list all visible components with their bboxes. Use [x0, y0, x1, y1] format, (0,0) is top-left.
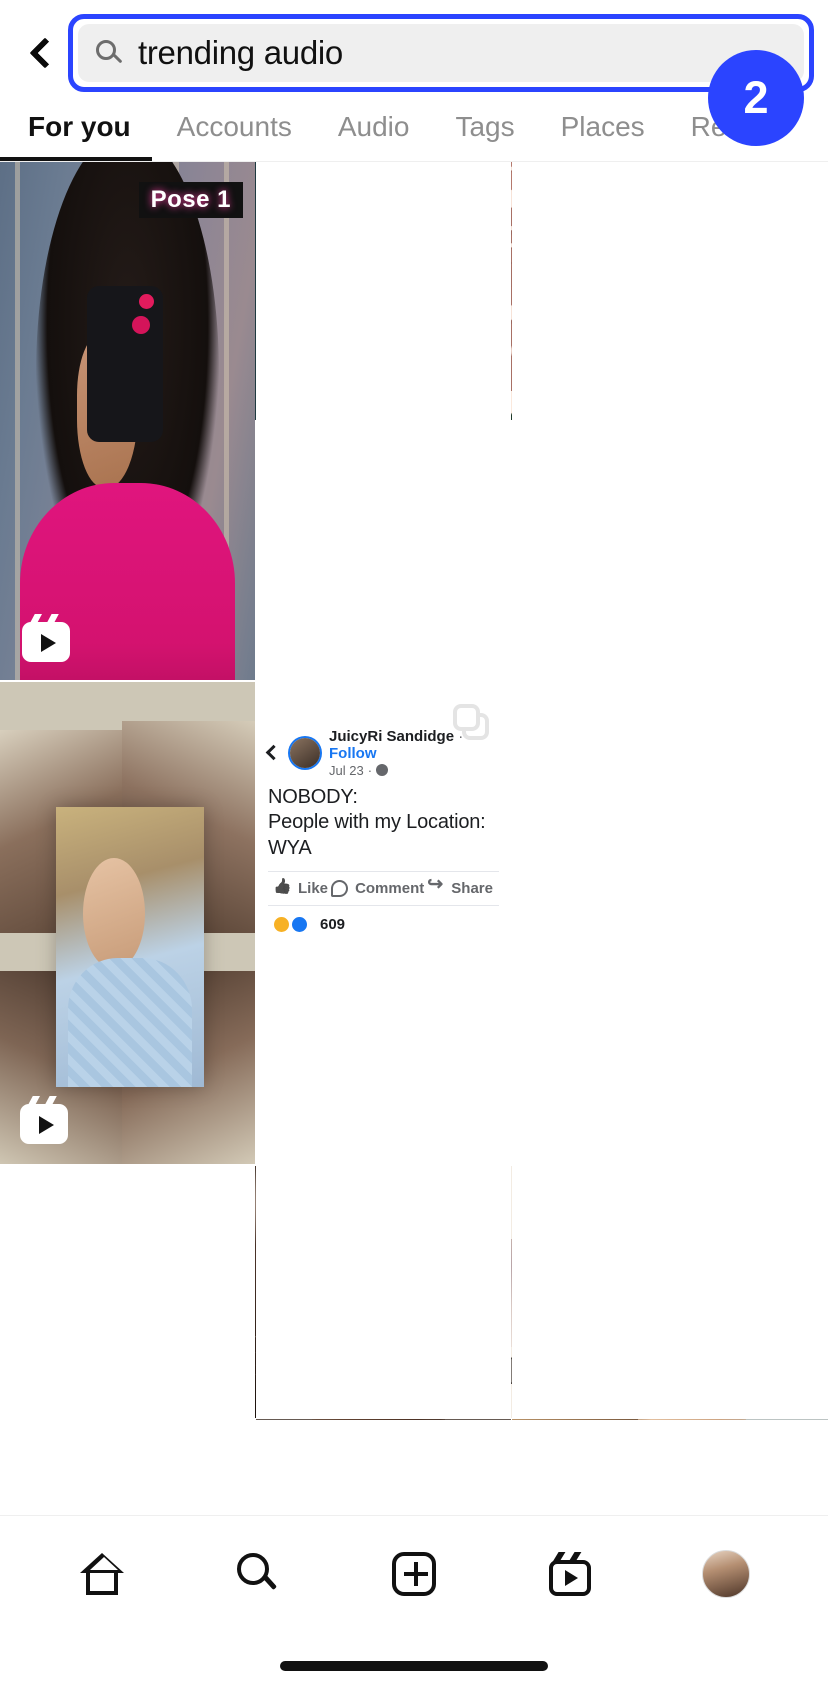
- grid-tile-reels-tip[interactable]: How to blow up your Reels Tip 5: Trendin…: [511, 162, 512, 420]
- like-button[interactable]: Like: [274, 880, 328, 897]
- profile-avatar: [702, 1550, 750, 1598]
- trending-word: TRENDING: [511, 1192, 512, 1239]
- tile-pose-label: Pose 1: [138, 182, 243, 218]
- tab-tags[interactable]: Tags: [455, 111, 514, 157]
- grid-tile-quote-card[interactable]: Don't Use Trending Audio Unless It Check…: [255, 162, 256, 420]
- create-icon: [392, 1552, 436, 1596]
- grid-tile-mh-audios[interactable]: MH.AUDIOS BEFORE YOU GO BY LEWIS CAPALDI…: [255, 1166, 256, 1418]
- tile-tip-label: Tip 5: Trending Audio: [511, 390, 512, 420]
- search-field-wrapper[interactable]: trending audio: [68, 14, 814, 92]
- tab-places[interactable]: Places: [561, 111, 645, 157]
- haha-reaction-icon: [272, 915, 291, 932]
- grid-tile-post-don-p[interactable]: Don P's Post Don P ✔ Oct 1 · Just to cle…: [512, 680, 828, 682]
- back-chevron-icon: [265, 744, 282, 761]
- nav-profile-button[interactable]: [691, 1539, 761, 1609]
- audio-credit-title: MH.AUDIOS: [255, 1282, 256, 1310]
- grid-gap: [256, 1166, 511, 1418]
- search-header: trending audio 2: [0, 0, 828, 146]
- tab-audio[interactable]: Audio: [338, 111, 410, 157]
- avatar: [290, 737, 320, 768]
- grid-gap: [512, 162, 828, 420]
- results-grid: Don't Use Trending Audio Unless It Check…: [0, 162, 828, 1420]
- globe-icon: [376, 764, 389, 776]
- home-icon: [80, 1553, 124, 1595]
- search-icon: [237, 1553, 279, 1595]
- search-input[interactable]: trending audio: [138, 34, 343, 72]
- comment-button[interactable]: Comment: [331, 880, 425, 898]
- search-tab-bar[interactable]: For you Accounts Audio Tags Places Re: [0, 106, 828, 162]
- follow-link[interactable]: Follow: [329, 745, 377, 762]
- home-indicator: [280, 1661, 548, 1671]
- post-author: JuicyRi Sandidge: [329, 728, 455, 745]
- share-button[interactable]: Share: [427, 873, 493, 898]
- active-tab-indicator: [0, 157, 152, 161]
- like-label: Like: [298, 880, 329, 898]
- tab-for-you[interactable]: For you: [28, 111, 131, 157]
- instagram-search-results-screen: trending audio 2 For you Accounts Audio …: [0, 0, 828, 1693]
- grid-tile-post-jay[interactable]: Jay 17 Aug · Y'all be getting cheated on…: [0, 1419, 255, 1420]
- bottom-navigation-bar: [0, 1515, 828, 1693]
- nav-reels-button[interactable]: [535, 1539, 605, 1609]
- audio-credit-note: GIVE CREDIT: [255, 1342, 256, 1386]
- comment-label: Comment: [355, 880, 425, 898]
- post-date: Jul 23: [329, 762, 364, 778]
- reels-icon: [20, 1096, 68, 1144]
- reaction-count: 609: [320, 916, 346, 932]
- cloud-oval-image: [511, 1239, 512, 1347]
- carousel-icon: [453, 704, 489, 740]
- tile-headline: How to blow up your Reels: [511, 162, 512, 369]
- share-label: Share: [451, 880, 493, 898]
- grid-tile-post-juicyri[interactable]: JuicyRi Sandidge · Follow Jul 23 · NOBOD…: [256, 682, 511, 932]
- grid-tile-girl-pink[interactable]: [256, 1419, 511, 1420]
- post-body: NOBODY: People with my Location: WYA: [268, 785, 486, 859]
- audio-word: AUDIO: [511, 1347, 512, 1394]
- nav-home-button[interactable]: [67, 1539, 137, 1609]
- grid-gap: [0, 1166, 255, 1418]
- grid-tile-beach[interactable]: [512, 1419, 828, 1420]
- nav-create-button[interactable]: [379, 1539, 449, 1609]
- grid-tile-pose[interactable]: Pose 1: [0, 162, 255, 680]
- tab-accounts[interactable]: Accounts: [177, 111, 292, 157]
- grid-tile-collage[interactable]: [0, 682, 255, 1164]
- like-reaction-icon: [290, 915, 309, 932]
- search-icon: [96, 40, 123, 66]
- back-chevron-icon: [28, 37, 61, 69]
- step-badge: 2: [708, 50, 804, 146]
- back-button[interactable]: [14, 23, 68, 83]
- reels-icon: [22, 614, 70, 662]
- grid-tile-trending-audio[interactable]: TRENDING AUDIO: [511, 1166, 512, 1418]
- grid-gap: [256, 162, 511, 420]
- reels-icon: [549, 1552, 591, 1596]
- nav-search-button[interactable]: [223, 1539, 293, 1609]
